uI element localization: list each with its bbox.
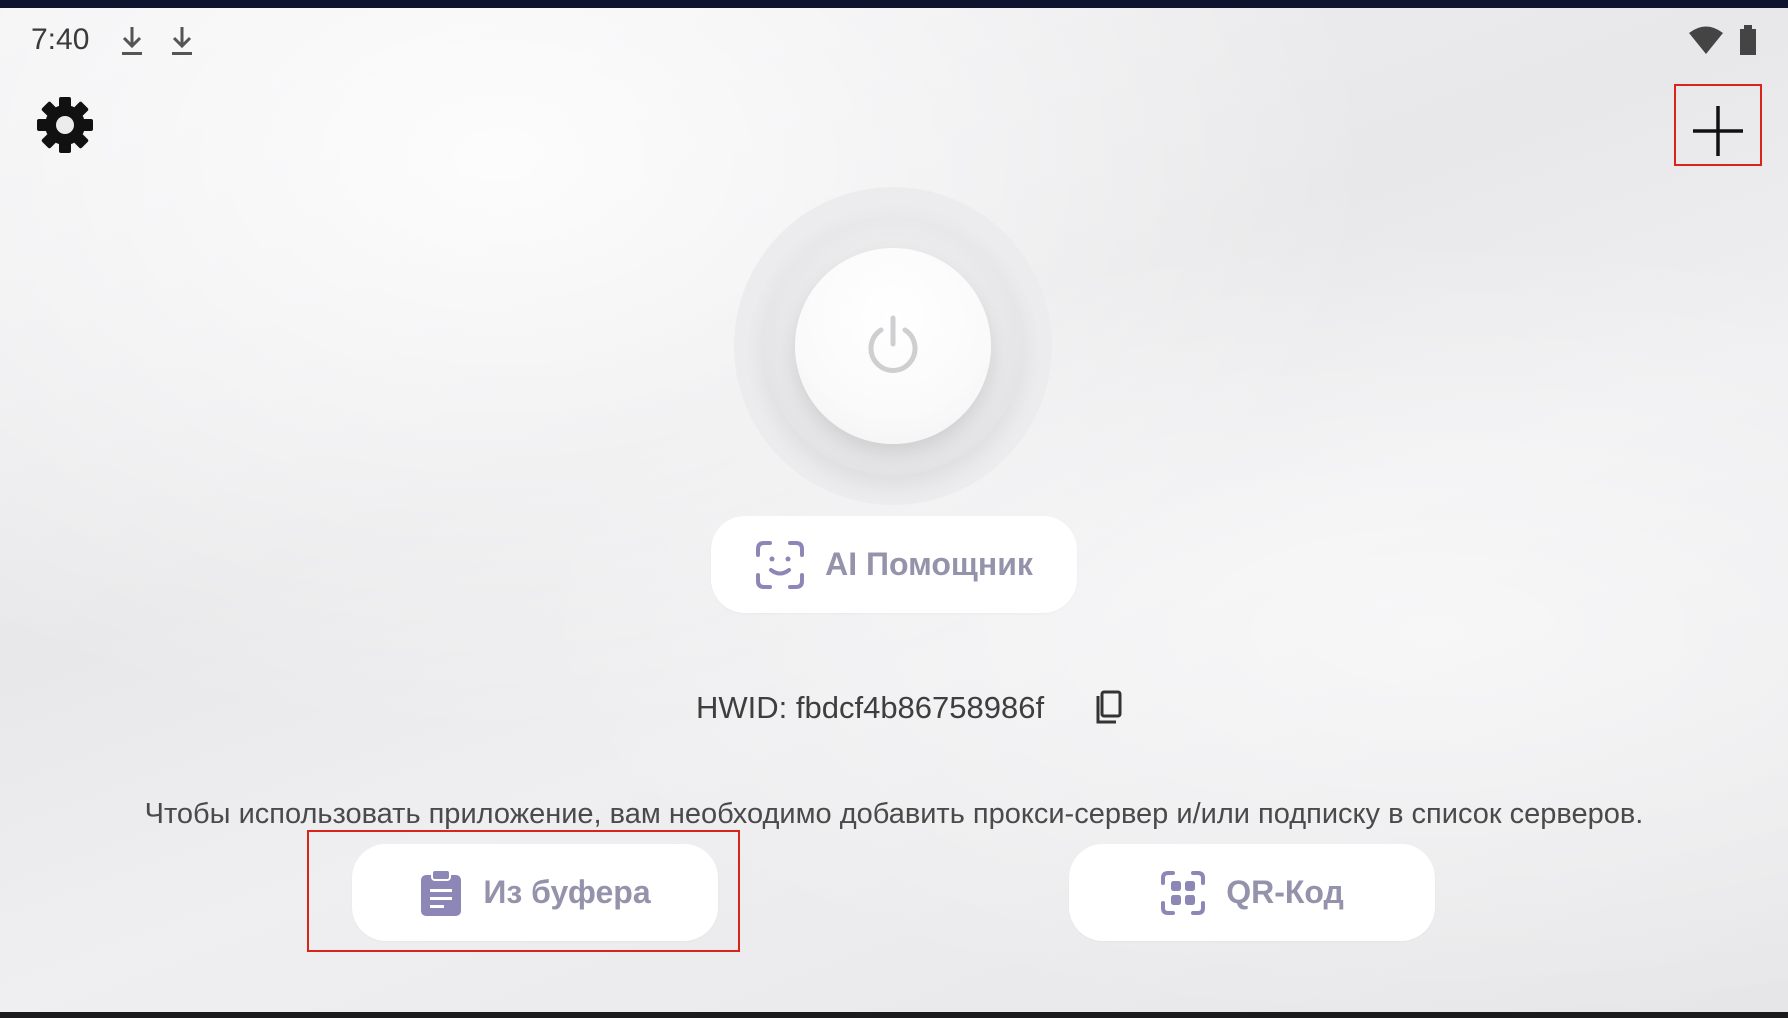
qr-code-button[interactable]: QR-Код <box>1069 844 1435 941</box>
clipboard-icon <box>421 868 462 916</box>
connect-power-button[interactable] <box>795 248 991 444</box>
ai-assistant-label: AI Помощник <box>825 546 1033 582</box>
add-server-button[interactable] <box>1676 92 1760 170</box>
download-icon <box>122 27 142 55</box>
top-edge-bar <box>0 0 1788 8</box>
info-message: Чтобы использовать приложение, вам необх… <box>144 798 1644 830</box>
face-scan-icon <box>756 540 805 589</box>
qr-scan-icon <box>1161 870 1206 915</box>
hwid-text: HWID: fbdcf4b86758986f <box>696 690 1045 725</box>
power-icon <box>868 315 918 373</box>
status-time: 7:40 <box>31 23 90 56</box>
bottom-edge-bar <box>0 1012 1788 1018</box>
battery-icon <box>1740 25 1756 55</box>
from-clipboard-button[interactable]: Из буфера <box>352 844 718 941</box>
settings-gear-icon[interactable] <box>34 94 96 156</box>
from-clipboard-label: Из буфера <box>483 874 651 910</box>
download-icon <box>172 27 192 55</box>
copy-icon[interactable] <box>1090 690 1124 730</box>
qr-code-label: QR-Код <box>1226 874 1344 910</box>
app-screen: 7:40 AI Помощник HWID: fbdcf4b86758986f … <box>0 8 1788 1012</box>
wifi-icon <box>1689 26 1723 54</box>
ai-assistant-button[interactable]: AI Помощник <box>711 516 1077 613</box>
